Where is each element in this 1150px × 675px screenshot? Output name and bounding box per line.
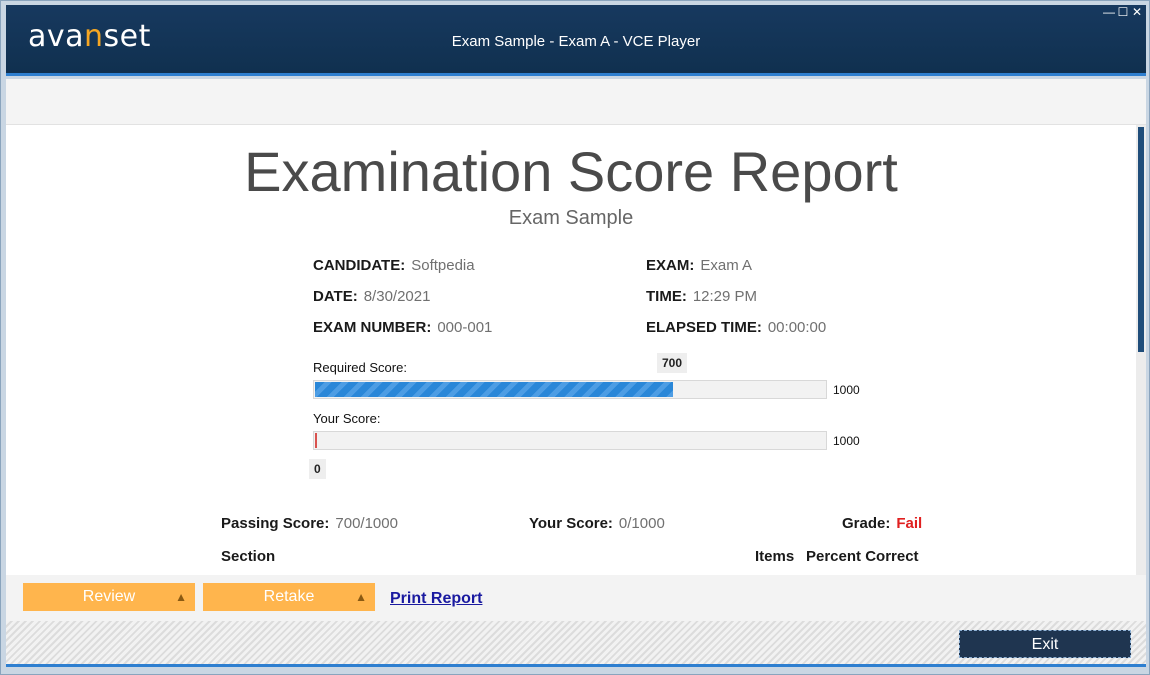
items-header: Items (755, 548, 795, 565)
your-score-bar (313, 431, 827, 450)
elapsed-time-field: ELAPSED TIME: 00:00:00 (646, 319, 827, 336)
required-score-max: 1000 (833, 383, 860, 397)
action-bar: Review ▲ Retake ▲ Print Report (6, 575, 1146, 621)
exam-field: EXAM: Exam A (646, 257, 753, 274)
retake-button[interactable]: Retake ▲ (203, 583, 375, 611)
required-score-label: Required Score: (313, 360, 407, 375)
app-window: avanset Exam Sample - Exam A - VCE Playe… (0, 0, 1150, 675)
page-title: Examination Score Report (244, 140, 898, 203)
required-score-fill (315, 382, 673, 397)
page-subtitle: Exam Sample (508, 207, 634, 229)
print-report-link[interactable]: Print Report (390, 590, 482, 608)
toolbar (6, 79, 1146, 125)
footer-bar: Exit (6, 621, 1146, 667)
review-button[interactable]: Review ▲ (23, 583, 195, 611)
percent-correct-header: Percent Correct (806, 548, 919, 565)
date-field: DATE: 8/30/2021 (313, 288, 431, 305)
grade-value: Fail (896, 515, 923, 532)
passing-score: Passing Score: 700/1000 (221, 515, 398, 532)
your-score-max: 1000 (833, 434, 860, 448)
required-score-marker: 700 (657, 353, 688, 373)
section-header: Section (221, 548, 276, 565)
your-score-label: Your Score: (313, 411, 381, 426)
required-score-bar (313, 380, 827, 399)
minimize-icon[interactable]: — (1102, 5, 1116, 19)
vertical-scrollbar[interactable] (1136, 125, 1146, 575)
grade: Grade: Fail (842, 515, 923, 532)
your-score-marker: 0 (309, 459, 326, 479)
exam-number-field: EXAM NUMBER: 000-001 (313, 319, 493, 336)
window-title: Exam Sample - Exam A - VCE Player (451, 33, 701, 50)
time-field: TIME: 12:29 PM (646, 288, 758, 305)
retake-dropdown-icon[interactable]: ▲ (355, 583, 367, 611)
scrollbar-thumb[interactable] (1138, 127, 1144, 352)
review-dropdown-icon[interactable]: ▲ (175, 583, 187, 611)
candidate-field: CANDIDATE: Softpedia (313, 257, 475, 274)
exit-button[interactable]: Exit (959, 630, 1131, 658)
title-bar: avanset Exam Sample - Exam A - VCE Playe… (6, 5, 1146, 76)
your-score-summary: Your Score: 0/1000 (529, 515, 665, 532)
maximize-icon[interactable]: ☐ (1116, 5, 1130, 19)
report-content: Examination Score Report Exam Sample CAN… (6, 125, 1146, 575)
close-icon[interactable]: ✕ (1130, 5, 1144, 19)
your-score-fill (315, 433, 317, 448)
